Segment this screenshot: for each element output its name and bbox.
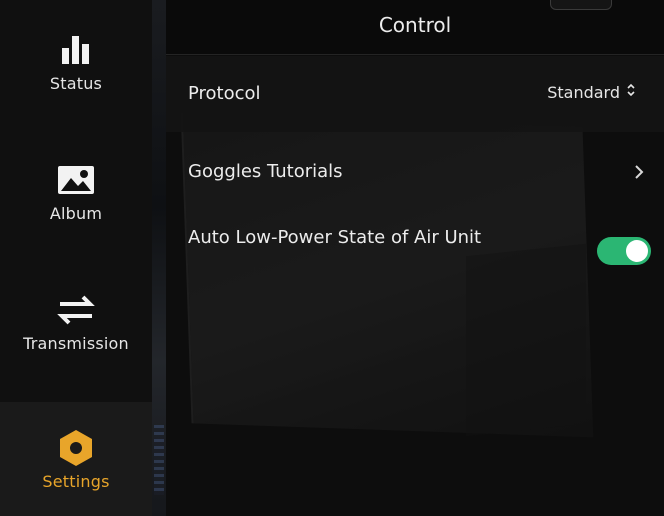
sidebar-item-album[interactable]: Album xyxy=(0,160,152,240)
sidebar-item-label: Transmission xyxy=(23,334,129,353)
goggles-settings-screen: Status Album Transmission Settings Contr… xyxy=(0,0,664,516)
protocol-select[interactable]: Standard xyxy=(547,82,636,102)
up-down-chevron-icon xyxy=(626,82,636,102)
low-power-label: Auto Low-Power State of Air Unit xyxy=(188,227,482,248)
sidebar-item-transmission[interactable]: Transmission xyxy=(0,290,152,370)
protocol-label: Protocol xyxy=(188,83,261,104)
sidebar-item-label: Settings xyxy=(42,471,110,491)
low-power-row: Auto Low-Power State of Air Unit xyxy=(166,214,664,294)
background-strip xyxy=(152,0,166,516)
goggles-tutorials-row[interactable]: Goggles Tutorials xyxy=(166,140,664,202)
protocol-value: Standard xyxy=(547,82,620,102)
low-power-toggle[interactable] xyxy=(597,237,651,265)
chevron-right-icon xyxy=(632,162,646,182)
goggles-tutorials-label: Goggles Tutorials xyxy=(188,161,343,182)
sidebar-item-status[interactable]: Status xyxy=(0,30,152,110)
image-icon xyxy=(56,160,96,200)
protocol-row[interactable]: Protocol Standard xyxy=(166,56,664,132)
bar-chart-icon xyxy=(56,30,96,70)
transfer-arrows-icon xyxy=(56,290,96,330)
sidebar-item-label: Album xyxy=(49,204,103,223)
top-handle xyxy=(550,0,612,10)
sidebar-item-label: Status xyxy=(49,74,103,93)
panel-header: Control xyxy=(166,0,664,55)
toggle-knob xyxy=(626,240,648,262)
sidebar: Status Album Transmission Settings xyxy=(0,0,152,516)
hexagon-gear-icon xyxy=(56,428,96,468)
settings-panel: Control Protocol Standard Goggles Tutori… xyxy=(166,0,664,516)
page-title: Control xyxy=(378,13,452,37)
sidebar-item-settings[interactable]: Settings xyxy=(0,402,152,516)
